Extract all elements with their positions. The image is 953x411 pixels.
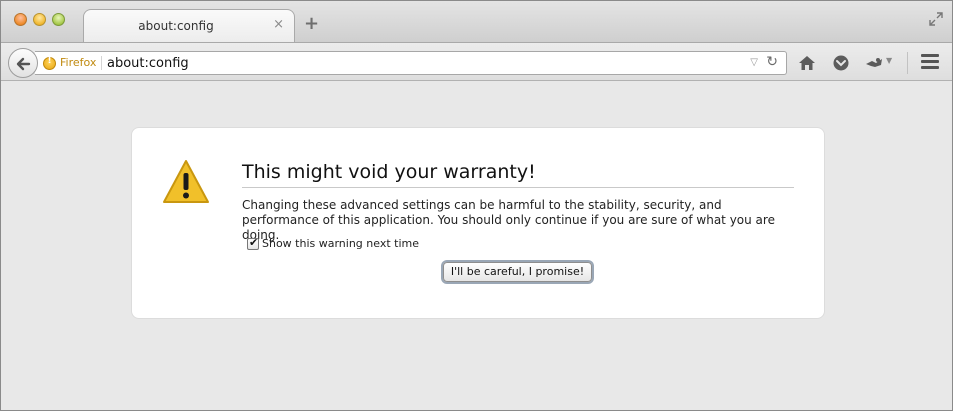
fullscreen-icon[interactable] (929, 11, 943, 26)
firefox-warning-icon (43, 56, 56, 70)
toolbar-separator (907, 52, 908, 74)
navigation-toolbar: Firefox about:config ▽ ↻ (1, 42, 952, 81)
dialog-title: This might void your warranty! (242, 161, 794, 188)
accept-risk-button[interactable]: I'll be careful, I promise! (443, 262, 592, 282)
zoom-window-button[interactable] (52, 13, 65, 26)
warning-dialog: This might void your warranty! Changing … (131, 127, 825, 319)
page-content: This might void your warranty! Changing … (1, 82, 952, 410)
reload-icon[interactable]: ↻ (766, 54, 778, 70)
close-window-button[interactable] (14, 13, 27, 26)
warning-icon (162, 158, 210, 206)
menu-icon[interactable] (921, 54, 939, 70)
title-bar: about:config × + (1, 1, 952, 43)
show-warning-checkbox[interactable] (247, 236, 259, 250)
tab-title: about:config (138, 19, 214, 33)
back-button[interactable] (8, 48, 38, 78)
browser-window: about:config × + Firefox about:config ▽ … (0, 0, 953, 411)
show-warning-checkbox-row[interactable]: Show this warning next time (247, 236, 419, 250)
new-tab-button[interactable]: + (304, 15, 319, 33)
url-bar[interactable]: Firefox about:config ▽ ↻ (35, 51, 787, 75)
show-warning-label[interactable]: Show this warning next time (262, 237, 419, 250)
site-identity[interactable]: Firefox (43, 55, 103, 71)
tab-about-config[interactable]: about:config × (83, 9, 295, 43)
back-icon (16, 57, 31, 71)
identity-label: Firefox (60, 56, 103, 70)
addon-dropdown-icon[interactable]: ▼ (886, 56, 892, 65)
addon-icon[interactable] (864, 54, 882, 72)
minimize-window-button[interactable] (33, 13, 46, 26)
url-text[interactable]: about:config (107, 56, 189, 71)
home-icon[interactable] (798, 54, 816, 72)
history-dropdown-icon[interactable]: ▽ (750, 57, 758, 68)
tab-close-icon[interactable]: × (273, 17, 284, 33)
pocket-icon[interactable] (832, 54, 850, 72)
